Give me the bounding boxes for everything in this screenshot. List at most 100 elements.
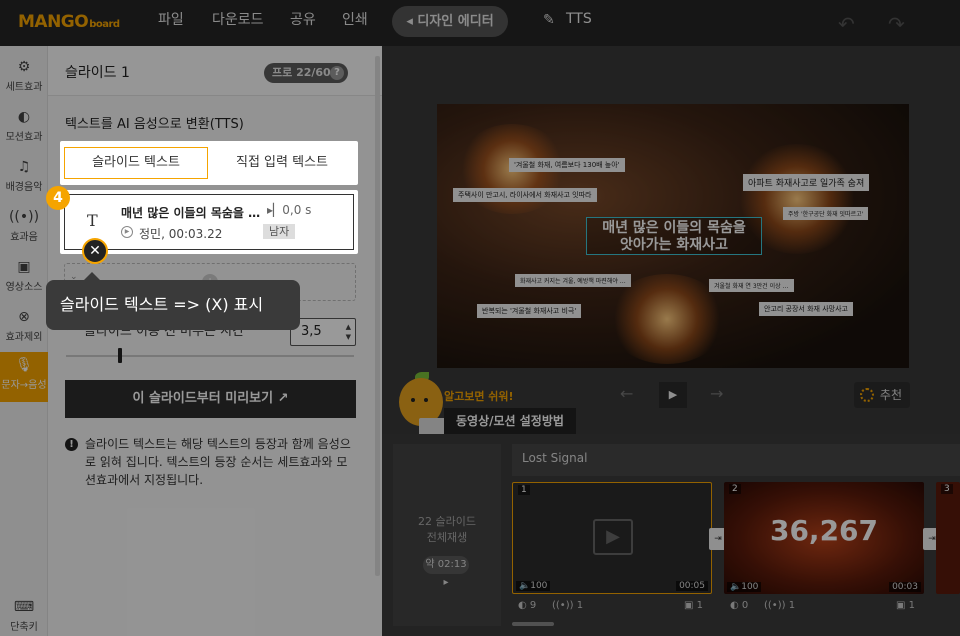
headline-label[interactable]: 안고리 공장서 화재 사망사고 bbox=[759, 302, 853, 316]
recommend-button[interactable]: 추천 bbox=[854, 382, 910, 408]
rail-item-text-to-speech[interactable]: 🎙 문자→음성 bbox=[0, 352, 48, 402]
stay-time-value: 3,5 bbox=[301, 324, 322, 339]
rail-item-video-source[interactable]: ▣ 영상소스 bbox=[0, 254, 48, 304]
stay-time-slider[interactable] bbox=[66, 355, 354, 357]
tts-item-text: 매년 많은 이들의 목숨을 … bbox=[121, 206, 261, 220]
rail-item-sound-effect[interactable]: ((•)) 효과음 bbox=[0, 204, 48, 254]
help-icon[interactable]: ? bbox=[330, 66, 344, 80]
preview-button-label: 이 슬라이드부터 미리보기 bbox=[132, 391, 274, 406]
play-icon[interactable]: ▶ bbox=[121, 226, 133, 238]
rail-label: 배경음악 bbox=[5, 182, 43, 193]
howto-button[interactable]: 동영상/모션 설정방법 bbox=[444, 408, 576, 434]
layer-count: 1 bbox=[696, 600, 704, 611]
menu-print[interactable]: 인쇄 bbox=[342, 0, 368, 46]
headline-label[interactable]: 주택사이 만고시, 라이사에서 화재사고 잇따라 bbox=[453, 188, 597, 202]
logo[interactable]: MANGOboard bbox=[18, 12, 120, 32]
slide-duration[interactable]: 00:05 bbox=[676, 581, 708, 591]
info-text: 슬라이드 텍스트는 해당 텍스트의 등장과 함께 음성으로 읽혀 집니다. 텍스… bbox=[85, 437, 351, 487]
play-all-button[interactable]: 22 슬라이드 전체재생 약 02:13 ▸ bbox=[393, 444, 501, 626]
recommend-label: 추천 bbox=[879, 388, 902, 402]
tool-rail: ⚙ 세트효과 ◐ 모션효과 ♫ 배경음악 ((•)) 효과음 ▣ 영상소스 ⊗ 효과제외 🎙… bbox=[0, 46, 48, 636]
main-caption-line: 매년 많은 이들의 목숨을 bbox=[602, 220, 746, 236]
stepper-icon[interactable]: ▲ ▼ bbox=[346, 322, 351, 342]
slide-sound-count[interactable]: ((•)) 1 bbox=[764, 600, 795, 611]
motion-count: 0 bbox=[741, 600, 749, 611]
bgm-track[interactable]: Lost Signal bbox=[512, 444, 960, 476]
recommend-icon bbox=[860, 388, 874, 402]
slide-volume-value: 100 bbox=[530, 581, 548, 591]
headline-label[interactable]: 겨울철 화재 연 3만건 이상 … bbox=[709, 279, 794, 292]
tts-item-delay[interactable]: ▸▏0,0 s bbox=[267, 203, 311, 217]
main-caption[interactable]: 매년 많은 이들의 목숨을 앗아가는 화재사고 bbox=[586, 217, 762, 255]
menu-file[interactable]: 파일 bbox=[158, 0, 184, 46]
rail-item-exclude-effect[interactable]: ⊗ 효과제외 bbox=[0, 304, 48, 354]
slide-sound-count[interactable]: ((•)) 1 bbox=[552, 600, 583, 611]
undo-icon[interactable]: ↶ bbox=[838, 12, 855, 36]
slide-big-text: 36,267 bbox=[769, 514, 879, 547]
slide-thumb-3[interactable]: 3 bbox=[936, 482, 960, 594]
headline-label[interactable]: '겨울철 화재, 여름보다 130배 높아' bbox=[509, 158, 625, 172]
rail-label: 효과음 bbox=[10, 232, 38, 243]
project-title[interactable]: TTS bbox=[566, 11, 592, 27]
rail-item-bgm[interactable]: ♫ 배경음악 bbox=[0, 154, 48, 204]
tts-item-gender[interactable]: 남자 bbox=[263, 224, 296, 239]
close-icon[interactable]: ✕ bbox=[82, 238, 108, 264]
motion-count: 9 bbox=[529, 600, 537, 611]
pro-usage-text: 프로 22/60 bbox=[272, 66, 331, 79]
play-all-time[interactable]: 약 02:13 ▸ bbox=[423, 556, 469, 588]
panel-header: 슬라이드 1 프로 22/60? bbox=[48, 46, 382, 96]
next-slide-icon[interactable]: → bbox=[710, 384, 723, 403]
play-button[interactable]: ▶ bbox=[659, 382, 687, 408]
redo-icon[interactable]: ↷ bbox=[888, 12, 905, 36]
slide-layer-count[interactable]: ▣ 1 bbox=[896, 600, 915, 611]
motion-icon: ◐ bbox=[730, 600, 739, 611]
slide-number: 2 bbox=[729, 484, 741, 494]
preview-from-slide-button[interactable]: 이 슬라이드부터 미리보기 ↗ bbox=[65, 380, 356, 418]
headline-label[interactable]: 주방 '한구공단 화재 잇따르고' bbox=[783, 207, 869, 220]
slide-number: 1 bbox=[518, 485, 530, 495]
slide-preview[interactable]: '겨울철 화재, 여름보다 130배 높아' 주택사이 만고시, 라이사에서 화… bbox=[437, 104, 909, 368]
slide-motion-count[interactable]: ◐ 9 bbox=[518, 600, 536, 611]
design-editor-button[interactable]: ◂ 디자인 에디터 bbox=[392, 6, 508, 37]
section-title: 텍스트를 AI 음성으로 변환(TTS) bbox=[65, 117, 244, 132]
slider-thumb[interactable] bbox=[117, 348, 122, 363]
tts-item-highlight[interactable]: T 매년 많은 이들의 목숨을 … ▶ 정민, 00:03.22 ▸▏0,0 s… bbox=[64, 194, 354, 250]
slide-volume[interactable]: 🔈100 bbox=[727, 582, 762, 592]
menu-share[interactable]: 공유 bbox=[290, 0, 316, 46]
timeline: 22 슬라이드 전체재생 약 02:13 ▸ Lost Signal 1 ▶ 🔈1… bbox=[382, 434, 960, 636]
panel-scrollbar[interactable] bbox=[375, 56, 380, 576]
layer-count: 1 bbox=[908, 600, 916, 611]
info-icon: ! bbox=[65, 438, 78, 451]
slide-duration[interactable]: 00:03 bbox=[889, 582, 921, 592]
slide-thumb-1[interactable]: 1 ▶ 🔈100 00:05 bbox=[512, 482, 712, 594]
prev-slide-icon[interactable]: ← bbox=[620, 384, 633, 403]
headline-label[interactable]: 아파트 화재사고로 일가족 숨져 bbox=[743, 174, 870, 191]
headline-label[interactable]: 화재사고 커지는 겨울, 예방책 마련해야 … bbox=[515, 274, 631, 287]
rail-item-set-effect[interactable]: ⚙ 세트효과 bbox=[0, 54, 48, 104]
tts-item-voice: 정민, 00:03.22 bbox=[139, 227, 223, 241]
guide-tooltip: 슬라이드 텍스트 => (X) 표시 bbox=[46, 272, 300, 330]
slide-volume[interactable]: 🔈100 bbox=[516, 581, 551, 591]
slide-layer-count[interactable]: ▣ 1 bbox=[684, 600, 703, 611]
rail-label: 모션효과 bbox=[5, 132, 43, 143]
headline-label[interactable]: 반복되는 '겨울철 화재사고 비극' bbox=[477, 304, 582, 318]
pencil-icon[interactable]: ✎ bbox=[543, 12, 555, 28]
toggle-icon: ◐ bbox=[17, 109, 31, 125]
mascot-speech: 알고보면 쉬워! bbox=[444, 390, 514, 403]
slide-thumb-2[interactable]: 2 36,267 🔈100 00:03 bbox=[724, 482, 924, 594]
step-badge: 4 bbox=[46, 186, 70, 210]
slide-volume-value: 100 bbox=[741, 582, 759, 592]
cancel-circle-icon: ⊗ bbox=[18, 309, 30, 325]
layers-icon: ▣ bbox=[684, 600, 694, 611]
sound-wave-icon: ((•)) bbox=[552, 600, 574, 611]
external-link-icon: ↗ bbox=[277, 391, 289, 406]
tab-slide-text-highlight[interactable]: 슬라이드 텍스트 bbox=[64, 147, 208, 179]
slide-motion-count[interactable]: ◐ 0 bbox=[730, 600, 748, 611]
pro-usage-badge[interactable]: 프로 22/60? bbox=[264, 63, 348, 83]
timeline-scrollbar[interactable] bbox=[512, 622, 554, 626]
menu-download[interactable]: 다운로드 bbox=[212, 0, 264, 46]
tab-direct-input-highlight[interactable]: 직접 입력 텍스트 bbox=[210, 147, 354, 179]
rail-item-motion-effect[interactable]: ◐ 모션효과 bbox=[0, 104, 48, 154]
rail-item-shortcuts[interactable]: ⌨ 단축키 bbox=[0, 594, 48, 636]
sound-wave-icon: ((•)) bbox=[764, 600, 786, 611]
